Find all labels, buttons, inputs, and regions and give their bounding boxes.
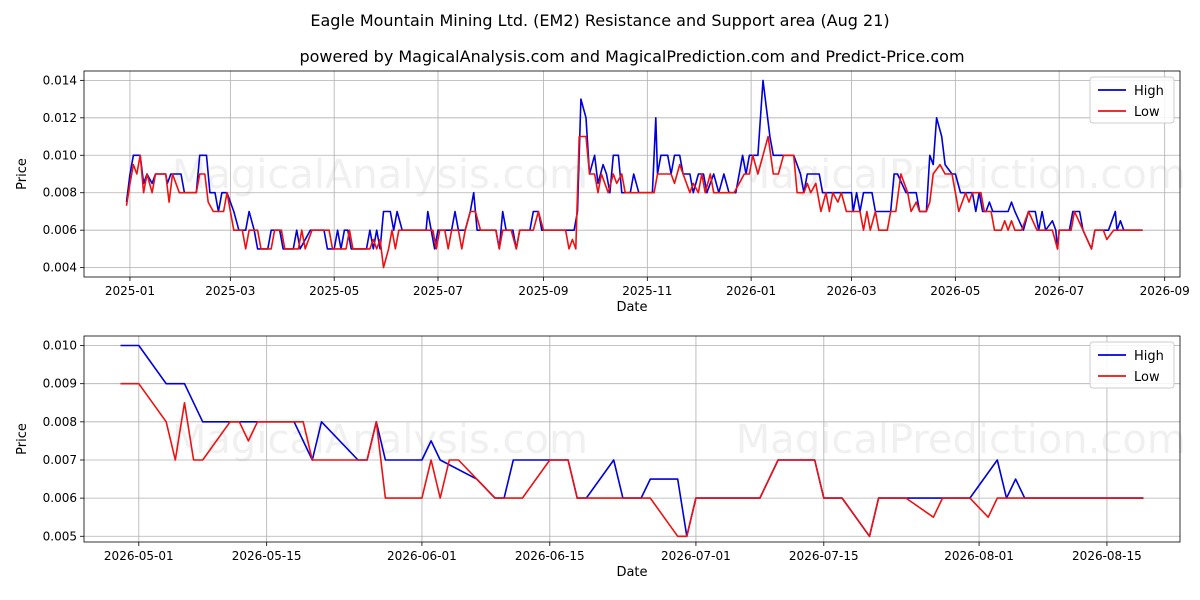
x-tick-label: 2026-05-01 <box>104 549 174 563</box>
chart-title: Eagle Mountain Mining Ltd. (EM2) Resista… <box>310 11 889 30</box>
y-tick-label: 0.006 <box>43 491 77 505</box>
chart-subtitle: powered by MagicalAnalysis.com and Magic… <box>299 47 964 66</box>
legend-label-high: High <box>1134 84 1164 99</box>
watermark-right: MagicalPrediction.com <box>736 417 1186 463</box>
y-tick-label: 0.012 <box>43 111 77 125</box>
x-tick-label: 2026-05 <box>930 284 980 298</box>
x-tick-label: 2026-01 <box>726 284 776 298</box>
x-tick-label: 2026-06-15 <box>515 549 585 563</box>
chart-canvas: Eagle Mountain Mining Ltd. (EM2) Resista… <box>15 11 1190 580</box>
x-tick-label: 2026-05-15 <box>232 549 302 563</box>
x-tick-label: 2026-09 <box>1140 284 1190 298</box>
x-tick-label: 2026-08-01 <box>944 549 1014 563</box>
y-tick-label: 0.010 <box>43 339 77 353</box>
x-tick-label: 2026-06-01 <box>387 549 457 563</box>
x-tick-label: 2026-08-15 <box>1072 549 1142 563</box>
y-tick-label: 0.008 <box>43 415 77 429</box>
y-tick-label: 0.005 <box>43 529 77 543</box>
legend-label-low: Low <box>1134 105 1160 120</box>
x-tick-label: 2026-07-15 <box>789 549 859 563</box>
x-tick-label: 2025-05 <box>309 284 359 298</box>
x-tick-label: 2025-01 <box>105 284 155 298</box>
x-tick-label: 2025-07 <box>413 284 463 298</box>
legend-label-low: Low <box>1134 370 1160 385</box>
legend-label-high: High <box>1134 349 1164 364</box>
y-tick-label: 0.009 <box>43 377 77 391</box>
y-tick-label: 0.004 <box>43 261 77 275</box>
x-tick-label: 2026-03 <box>826 284 876 298</box>
y-tick-label: 0.007 <box>43 453 77 467</box>
x-tick-label: 2025-11 <box>622 284 672 298</box>
top-panel: MagicalAnalysis.com MagicalPrediction.com… <box>15 70 1190 315</box>
x-tick-label: 2025-03 <box>205 284 255 298</box>
x-tick-label: 2026-07 <box>1034 284 1084 298</box>
bottom-panel: MagicalAnalysis.com MagicalPrediction.com… <box>15 335 1186 580</box>
x-axis-label: Date <box>616 565 647 580</box>
y-axis-label: Price <box>15 158 30 190</box>
y-axis-label: Price <box>15 423 30 455</box>
y-tick-label: 0.014 <box>43 73 77 87</box>
x-tick-label: 2026-07-01 <box>661 549 731 563</box>
watermark-left: MagicalAnalysis.com <box>172 152 588 198</box>
y-tick-label: 0.008 <box>43 186 77 200</box>
y-tick-label: 0.006 <box>43 223 77 237</box>
x-axis-label: Date <box>616 300 647 315</box>
x-tick-label: 2025-09 <box>518 284 568 298</box>
y-tick-label: 0.010 <box>43 148 77 162</box>
